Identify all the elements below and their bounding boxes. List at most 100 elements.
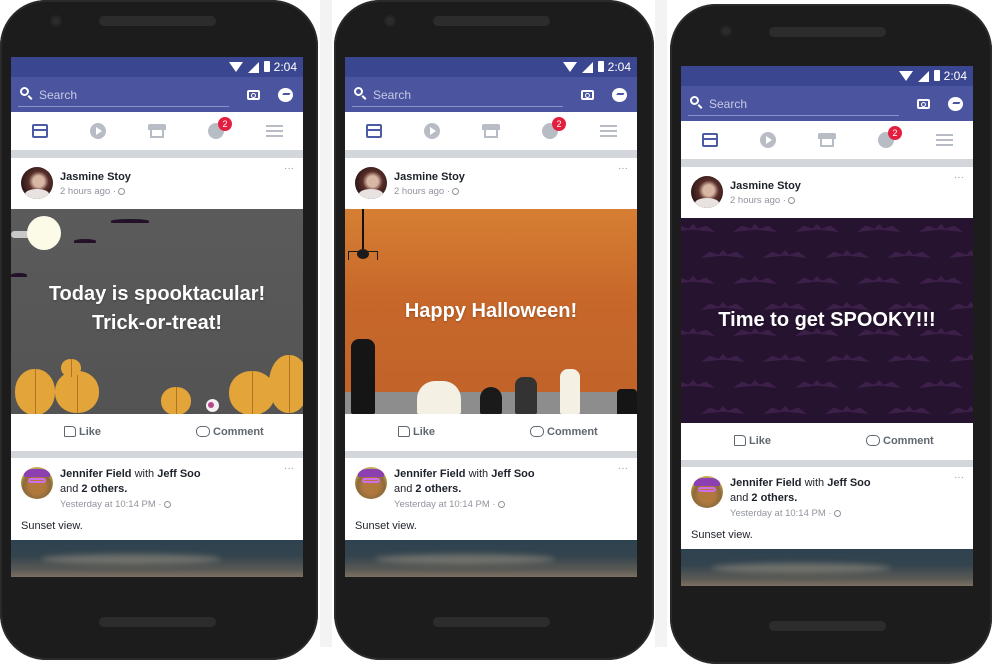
post-header: Jasmine Stoy 2 hours ago · ···: [345, 158, 637, 209]
public-globe-icon: [788, 197, 795, 204]
avatar[interactable]: [691, 176, 723, 208]
post-author-line-2[interactable]: and 2 others.: [730, 492, 797, 504]
spider-decoration: [348, 249, 378, 260]
phone-screen: 2:04 2 Jasmine Stoy 2 hours a: [11, 57, 303, 577]
post-author-line-2[interactable]: and 2 others.: [60, 483, 127, 495]
messenger-icon[interactable]: [278, 88, 293, 102]
camera-icon[interactable]: [917, 99, 930, 109]
bat-pattern-decoration: [733, 380, 777, 388]
more-options-icon[interactable]: ···: [954, 472, 964, 483]
bat-pattern-decoration: [795, 224, 839, 232]
tab-video[interactable]: [412, 112, 452, 150]
more-options-icon[interactable]: ···: [618, 463, 628, 474]
front-camera: [720, 25, 732, 37]
news-feed-icon: [32, 124, 48, 138]
tab-marketplace[interactable]: [137, 112, 177, 150]
tab-video[interactable]: [78, 112, 118, 150]
post-header: Jasmine Stoy 2 hours ago · ···: [11, 158, 303, 209]
tab-notifications[interactable]: 2: [530, 112, 570, 150]
search-icon[interactable]: [690, 96, 699, 105]
bat-pattern-decoration: [919, 380, 963, 388]
public-globe-icon: [833, 510, 841, 517]
post-text: Sunset view.: [355, 520, 417, 532]
comment-button[interactable]: Comment: [530, 414, 598, 451]
feed-separator: [681, 159, 973, 167]
more-options-icon[interactable]: ···: [618, 163, 628, 174]
post-timestamp: Yesterday at 10:14 PM ·: [60, 499, 171, 510]
phone-screen: 2:04 2 Jasmine Stoy 2 hours a: [345, 57, 637, 577]
bat-pattern-decoration: [681, 224, 715, 232]
search-bar: [681, 86, 973, 121]
post-author-line[interactable]: Jennifer Field with Jeff Soo: [394, 468, 535, 480]
tab-video[interactable]: [748, 121, 788, 159]
like-button[interactable]: Like: [734, 423, 771, 460]
feed-separator: [681, 460, 973, 467]
post-caption: Time to get SPOOKY!!!: [718, 309, 936, 331]
post-author-line[interactable]: Jennifer Field with Jeff Soo: [60, 468, 201, 480]
search-underline: [352, 106, 563, 107]
search-input[interactable]: [709, 94, 895, 114]
post-text: Sunset view.: [21, 520, 83, 532]
messenger-icon[interactable]: [948, 97, 963, 111]
post-author[interactable]: Jasmine Stoy: [60, 171, 131, 183]
moon-decoration: [27, 216, 61, 250]
search-input[interactable]: [39, 85, 225, 105]
camera-icon[interactable]: [247, 90, 260, 100]
tab-news-feed[interactable]: [20, 112, 60, 150]
like-button[interactable]: Like: [64, 414, 101, 451]
sunset-photo[interactable]: [11, 540, 303, 577]
avatar[interactable]: [21, 467, 53, 499]
clock: 2:04: [273, 60, 297, 74]
bat-decoration: [11, 273, 27, 277]
avatar[interactable]: [691, 476, 723, 508]
search-icon[interactable]: [354, 87, 363, 96]
comment-button[interactable]: Comment: [196, 414, 264, 451]
avatar[interactable]: [355, 167, 387, 199]
avatar[interactable]: [21, 167, 53, 199]
bat-pattern-decoration: [919, 276, 963, 284]
pumpkin-decoration: [15, 369, 55, 414]
avatar[interactable]: [355, 467, 387, 499]
sunset-photo[interactable]: [681, 549, 973, 586]
bat-pattern-decoration: [763, 354, 807, 362]
video-play-icon: [90, 123, 106, 139]
post-author-line[interactable]: Jennifer Field with Jeff Soo: [730, 477, 871, 489]
pumpkin-decoration: [161, 387, 191, 414]
tab-news-feed[interactable]: [690, 121, 730, 159]
tab-bar: 2: [681, 121, 973, 159]
sunset-photo[interactable]: [345, 540, 637, 577]
search-input[interactable]: [373, 85, 559, 105]
like-button[interactable]: Like: [398, 414, 435, 451]
phone-screen: 2:04 2 Jasmine Stoy 2 hours a: [681, 66, 973, 586]
search-underline: [688, 115, 899, 116]
tab-marketplace[interactable]: [471, 112, 511, 150]
thumbs-up-icon: [64, 426, 76, 437]
post-author-line-2[interactable]: and 2 others.: [394, 483, 461, 495]
more-options-icon[interactable]: ···: [954, 172, 964, 183]
post-author[interactable]: Jasmine Stoy: [730, 180, 801, 192]
tab-menu[interactable]: [254, 112, 294, 150]
phone-mockup: 2:04 2 Jasmine Stoy 2 hours a: [334, 0, 654, 660]
camera-icon[interactable]: [581, 90, 594, 100]
hamburger-menu-icon: [266, 125, 283, 137]
background-divider: [655, 0, 667, 647]
news-feed-icon: [366, 124, 382, 138]
post-timestamp: Yesterday at 10:14 PM ·: [730, 508, 841, 519]
tab-notifications[interactable]: 2: [196, 112, 236, 150]
tab-marketplace[interactable]: [807, 121, 847, 159]
post-author[interactable]: Jasmine Stoy: [394, 171, 465, 183]
more-options-icon[interactable]: ···: [284, 463, 294, 474]
tab-news-feed[interactable]: [354, 112, 394, 150]
more-options-icon[interactable]: ···: [284, 163, 294, 174]
search-icon[interactable]: [20, 87, 29, 96]
messenger-icon[interactable]: [612, 88, 627, 102]
tab-menu[interactable]: [924, 121, 964, 159]
pumpkin-decoration: [61, 359, 81, 377]
bat-pattern-decoration: [701, 354, 745, 362]
tab-menu[interactable]: [588, 112, 628, 150]
bat-pattern-decoration: [795, 380, 839, 388]
tab-notifications[interactable]: 2: [866, 121, 906, 159]
bat-pattern-decoration: [825, 406, 869, 414]
bat-pattern-decoration: [919, 224, 963, 232]
comment-button[interactable]: Comment: [866, 423, 934, 460]
